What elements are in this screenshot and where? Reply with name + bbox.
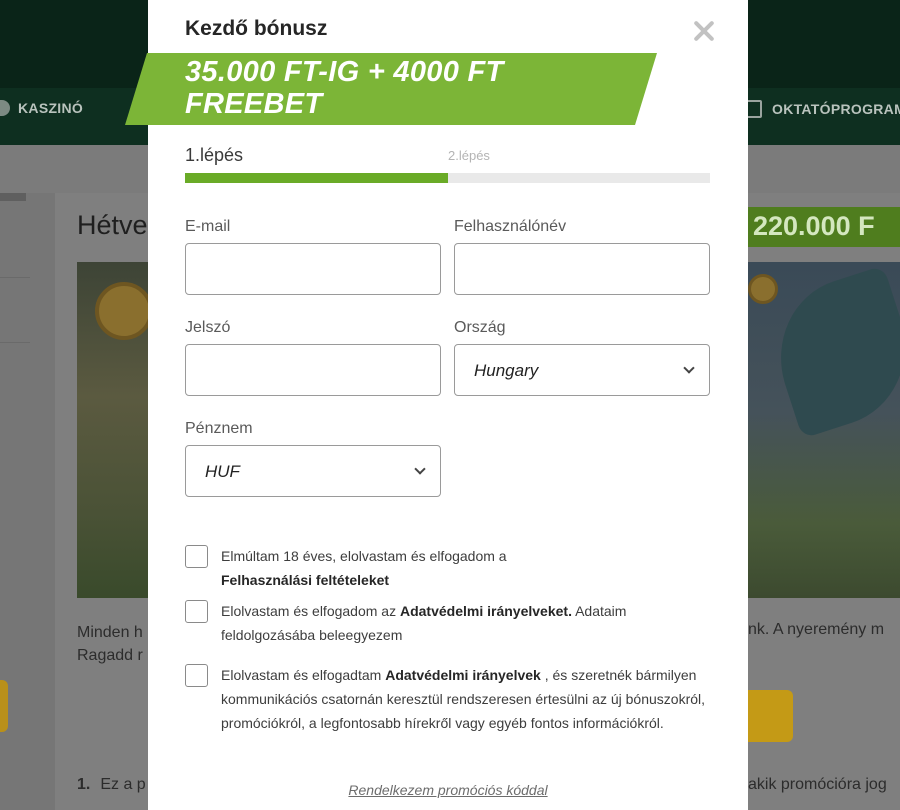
marketing-consent-text: Elolvastam és elfogadtam Adatvédelmi irá… [221, 667, 706, 731]
coin-icon [95, 282, 148, 340]
promo-title: Hétve [77, 210, 148, 240]
chevron-down-icon [683, 362, 695, 374]
marketing-checkbox[interactable] [185, 664, 208, 687]
username-label: Felhasználónév [454, 218, 567, 235]
step-1-label: 1.lépés [185, 145, 244, 165]
promo-code-link[interactable]: Rendelkezem promóciós kóddal [148, 782, 748, 798]
username-field[interactable] [454, 243, 710, 295]
currency-select[interactable]: HUF [185, 445, 441, 497]
email-field[interactable] [185, 243, 441, 295]
close-icon[interactable] [689, 16, 719, 46]
left-sidebar [0, 193, 55, 810]
registration-modal: Kezdő bónusz 35.000 FT-IG + 4000 FT FREE… [125, 0, 748, 810]
casino-icon [0, 100, 10, 116]
chevron-down-icon [414, 463, 426, 475]
promo-image [77, 262, 148, 598]
modal-title: Kezdő bónusz [185, 17, 328, 40]
nav-item-kaszino-label: KASZINÓ [18, 100, 84, 116]
promo-cta-button[interactable] [0, 680, 8, 732]
country-select[interactable]: Hungary [454, 344, 710, 396]
country-select-value: Hungary [474, 361, 539, 380]
promo-image-right [748, 262, 900, 598]
currency-label: Pénznem [185, 420, 253, 437]
coin-icon [748, 274, 778, 304]
password-field[interactable] [185, 344, 441, 396]
privacy-checkbox[interactable] [185, 600, 208, 623]
promo-description-right: nk. A nyeremény m [748, 621, 885, 638]
privacy-link[interactable]: Adatvédelmi irányelveket. [400, 603, 572, 619]
terms-checkbox[interactable] [185, 545, 208, 568]
currency-select-value: HUF [205, 462, 240, 481]
privacy-policy-link[interactable]: Adatvédelmi irányelvek [385, 667, 541, 683]
email-label: E-mail [185, 218, 231, 235]
step-2-label: 2.lépés [448, 148, 490, 163]
terms-link[interactable]: Felhasználási feltételeket [221, 572, 389, 588]
promo-terms-item-right: akik promócióra jog [748, 776, 887, 793]
promo-cta-button-right[interactable] [746, 690, 793, 742]
bird-illustration [759, 265, 900, 439]
country-label: Ország [454, 319, 506, 336]
password-label: Jelszó [185, 319, 231, 336]
step-progress-bar [185, 173, 710, 183]
step-progress-fill [185, 173, 448, 183]
nav-item-kaszino[interactable]: KASZINÓ [0, 100, 83, 116]
promo-description: Minden h Ragadd r [77, 624, 143, 664]
bonus-banner-text: 35.000 FT-IG + 4000 FT FREEBET [185, 56, 504, 120]
privacy-consent-text: Elolvastam és elfogadom az Adatvédelmi i… [221, 603, 627, 643]
nav-item-oktatoprogram-label: OKTATÓPROGRAM [772, 101, 900, 117]
terms-consent-text: Elmúltam 18 éves, elolvastam és elfogado… [221, 548, 507, 588]
promo-amount-badge: 220.000 F [744, 207, 900, 247]
promo-terms-item: 1. Ez a p [77, 776, 146, 793]
nav-item-oktatoprogram[interactable]: OKTATÓPROGRAM [742, 100, 900, 118]
